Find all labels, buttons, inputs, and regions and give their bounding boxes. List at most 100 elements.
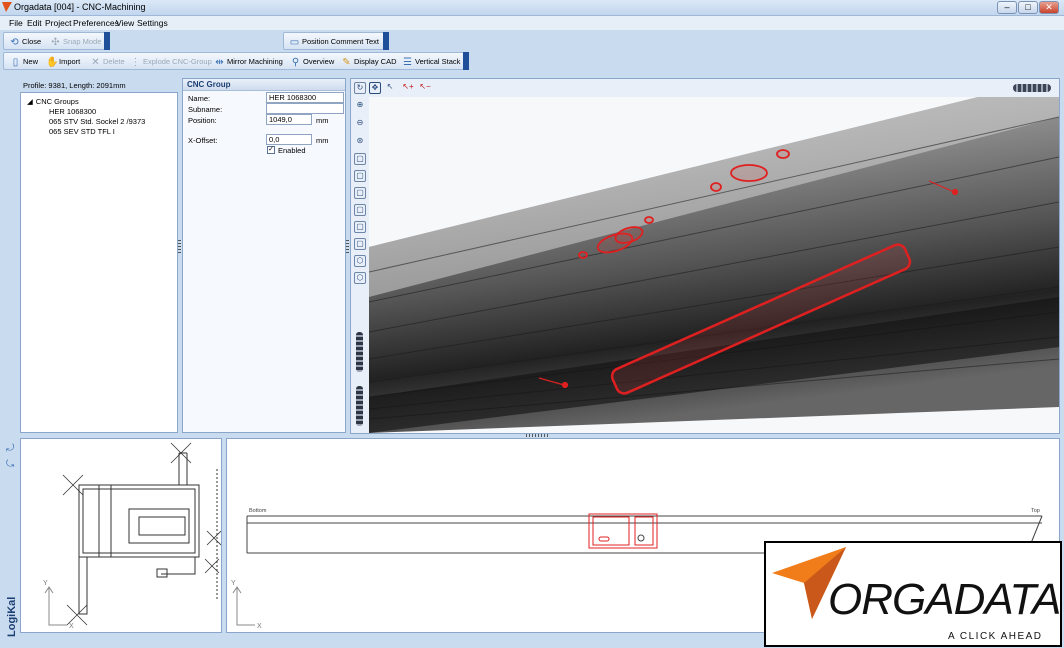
rotate-slider[interactable] — [356, 386, 363, 426]
panel-header: CNC Group — [183, 79, 345, 91]
cnc-group-panel: CNC Group Name: HER 1068300 Subname: Pos… — [182, 78, 346, 433]
section-view[interactable]: Y X — [20, 438, 222, 633]
menu-view[interactable]: View — [116, 18, 134, 28]
position-comment-button[interactable]: ▭ Position Comment Text — [289, 35, 379, 49]
flip-section-icon[interactable]: ⤿ — [6, 459, 14, 470]
view-bottom-icon[interactable]: ▢ — [354, 238, 366, 250]
menu-edit[interactable]: Edit — [27, 18, 42, 28]
xoffset-field[interactable]: 0,0 — [266, 134, 312, 145]
explode-icon: ⋮ — [130, 56, 141, 68]
title-bar: Orgadata [004] - CNC-Machining – □ ✕ — [0, 0, 1064, 16]
close-doc-icon: ⟲ — [10, 36, 19, 48]
new-document-icon: ▯ — [12, 56, 19, 68]
view-left-icon[interactable]: ▢ — [354, 187, 366, 199]
menu-settings[interactable]: Settings — [137, 18, 168, 28]
window-title: Orgadata [004] - CNC-Machining — [14, 2, 146, 12]
maximize-button[interactable]: □ — [1018, 1, 1038, 14]
xoffset-unit: mm — [316, 136, 329, 145]
orgadata-tagline: A CLICK AHEAD — [948, 631, 1043, 642]
app-logo-icon — [2, 2, 12, 12]
magnifier-icon: ⚲ — [291, 56, 300, 68]
toolbar-grip[interactable] — [463, 52, 469, 70]
mirror-icon: ⇹ — [215, 56, 224, 68]
3d-canvas[interactable] — [369, 97, 1059, 433]
explode-cnc-group-button[interactable]: ⋮ Explode CNC-Group — [130, 55, 212, 69]
zoom-out-icon[interactable]: ⊖ — [354, 118, 366, 130]
splitter-handle[interactable] — [178, 240, 181, 254]
enabled-label: Enabled — [278, 146, 306, 155]
tree-root[interactable]: ◢ CNC Groups — [27, 97, 79, 106]
import-icon: ✋ — [46, 56, 59, 68]
view-slider[interactable] — [1013, 84, 1051, 92]
pointer-add-icon[interactable]: ↖+ — [402, 82, 414, 94]
stack-icon: ☰ — [403, 56, 412, 68]
xoffset-label: X-Offset: — [188, 136, 218, 145]
mirror-machining-button[interactable]: ⇹ Mirror Machining — [214, 55, 283, 69]
rotate-icon[interactable]: ↻ — [354, 82, 366, 94]
name-label: Name: — [188, 94, 211, 103]
expand-icon[interactable]: ◢ — [27, 97, 33, 106]
position-field[interactable]: 1049,0 — [266, 114, 312, 125]
menu-bar: File Edit Project Preferences View Setti… — [0, 16, 1064, 30]
tree-item[interactable]: 065 SEV STD TFL I — [49, 127, 115, 136]
display-cad-button[interactable]: ✎ Display CAD — [341, 55, 396, 69]
menu-project[interactable]: Project — [45, 18, 71, 28]
length-axis-x: X — [257, 623, 262, 630]
name-field[interactable]: HER 1068300 — [266, 92, 344, 103]
toolbar-cnc: ▯ New ✋ Import ✕ Delete ⋮ Explode CNC-Group … — [3, 52, 465, 70]
tree-item[interactable]: 065 STV Std. Sockel 2 /9373 — [49, 117, 145, 126]
view-top-icon[interactable]: ▢ — [354, 221, 366, 233]
delete-icon: ✕ — [91, 56, 100, 68]
subname-field[interactable] — [266, 103, 344, 114]
snap-mode-button[interactable]: ✣ Snap Mode — [50, 35, 101, 49]
new-button[interactable]: ▯ New — [10, 55, 38, 69]
position-label: Position: — [188, 116, 217, 125]
cnc-tree: ◢ CNC Groups HER 1068300 065 STV Std. Soc… — [20, 92, 178, 433]
view-front-icon[interactable]: ▢ — [354, 153, 366, 165]
profile-panel: Profile: 9381, Length: 2091mm ◢ CNC Group… — [20, 78, 178, 433]
delete-button[interactable]: ✕ Delete — [90, 55, 124, 69]
close-button[interactable]: ⟲ Close — [9, 35, 41, 49]
menu-file[interactable]: File — [9, 18, 23, 28]
toolbar-grip[interactable] — [104, 32, 110, 50]
rotate-section-icon[interactable]: ⤾ — [6, 443, 14, 454]
view-iso2-icon[interactable]: ⬡ — [354, 272, 366, 284]
position-unit: mm — [316, 116, 329, 125]
pan-icon[interactable]: ✥ — [369, 82, 381, 94]
pointer-remove-icon[interactable]: ↖− — [419, 82, 431, 94]
section-axis-y: Y — [43, 580, 48, 587]
import-button[interactable]: ✋ Import — [46, 55, 80, 69]
close-window-button[interactable]: ✕ — [1039, 1, 1059, 14]
3d-view-panel: ↻ ✥ ↖ ↖+ ↖− ⊕ ⊖ ⊛ ▢ ▢ ▢ ▢ ▢ ▢ ⬡ ⬡ — [350, 78, 1060, 434]
vertical-stack-button[interactable]: ☰ Vertical Stack — [402, 55, 460, 69]
enabled-checkbox[interactable]: ✓ — [267, 146, 275, 154]
orgadata-logo: ORGADATA A CLICK AHEAD — [764, 541, 1062, 647]
length-axis-y: Y — [231, 580, 236, 587]
tree-item[interactable]: HER 1068300 — [49, 107, 96, 116]
splitter-handle[interactable] — [526, 434, 550, 437]
cad-icon: ✎ — [342, 56, 351, 68]
zoom-in-icon[interactable]: ⊕ — [354, 100, 366, 112]
logikal-brand: LogiKal — [6, 596, 18, 637]
orgadata-wordmark: ORGADATA — [828, 575, 1061, 624]
bottom-label: Bottom — [249, 508, 267, 514]
zoom-slider[interactable] — [356, 332, 363, 372]
view-back-icon[interactable]: ▢ — [354, 170, 366, 182]
subname-label: Subname: — [188, 105, 223, 114]
section-drawing: Y X — [43, 442, 222, 630]
pointer-icon[interactable]: ↖ — [384, 82, 396, 94]
toolbar-main: ⟲ Close ✣ Snap Mode — [3, 32, 107, 50]
toolbar-grip[interactable] — [383, 32, 389, 50]
view-iso-icon[interactable]: ⬡ — [354, 255, 366, 267]
view-right-icon[interactable]: ▢ — [354, 204, 366, 216]
overview-button[interactable]: ⚲ Overview — [290, 55, 334, 69]
minimize-button[interactable]: – — [997, 1, 1017, 14]
menu-preferences[interactable]: Preferences — [73, 18, 119, 28]
comment-icon: ▭ — [289, 36, 300, 48]
splitter-handle[interactable] — [346, 240, 349, 254]
toolbar-comment: ▭ Position Comment Text — [283, 32, 385, 50]
zoom-fit-icon[interactable]: ⊛ — [354, 136, 366, 148]
side-strip: ⤾ ⤿ LogiKal — [2, 441, 18, 641]
top-label: Top — [1031, 508, 1040, 514]
profile-info: Profile: 9381, Length: 2091mm — [23, 81, 126, 90]
